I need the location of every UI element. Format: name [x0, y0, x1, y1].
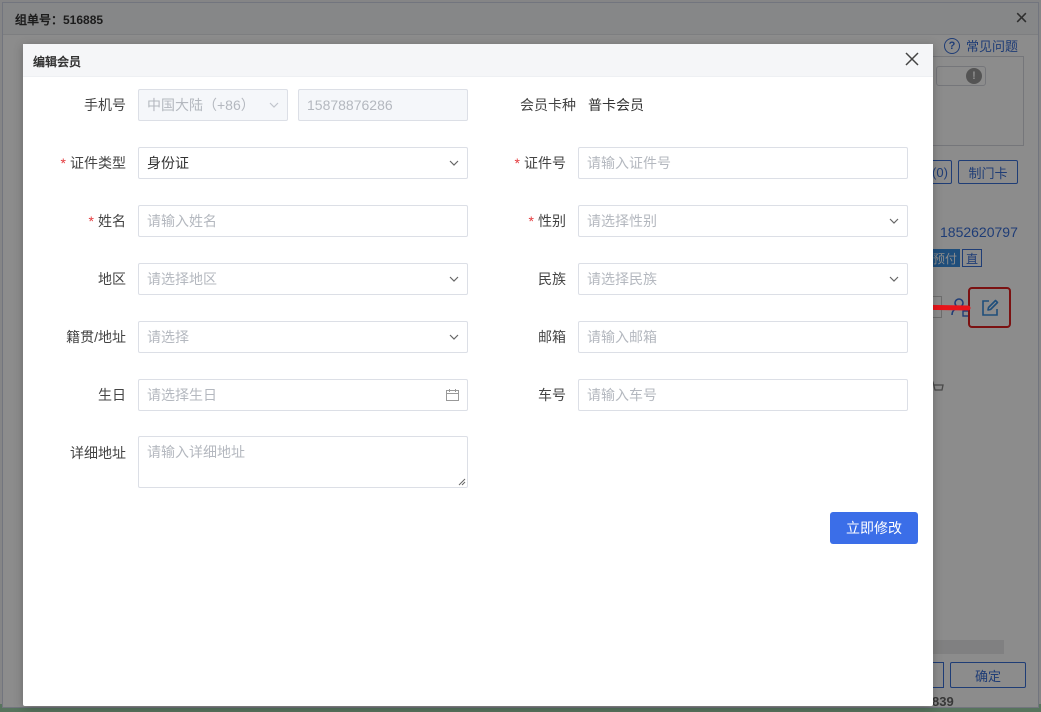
chevron-down-icon — [449, 276, 459, 282]
email-label: 邮箱 — [538, 329, 566, 345]
id-type-value: 身份证 — [147, 155, 189, 171]
phone-label: 手机号 — [84, 97, 126, 113]
name-label: * 姓名 — [88, 213, 126, 229]
origin-select[interactable]: 请选择 — [138, 321, 468, 353]
phone-input[interactable]: 15878876286 — [298, 89, 468, 121]
id-type-select[interactable]: 身份证 — [138, 147, 468, 179]
phone-value: 15878876286 — [307, 97, 393, 113]
ethnicity-select[interactable]: 请选择民族 — [578, 263, 908, 295]
close-icon[interactable] — [903, 50, 921, 68]
id-number-label: * 证件号 — [514, 155, 566, 171]
resize-handle-icon[interactable] — [458, 478, 466, 486]
chevron-down-icon — [449, 160, 459, 166]
country-code-value: 中国大陆（+86） — [147, 97, 255, 113]
birthday-label: 生日 — [98, 387, 126, 403]
chevron-down-icon — [889, 276, 899, 282]
car-number-label: 车号 — [538, 387, 566, 403]
region-select[interactable]: 请选择地区 — [138, 263, 468, 295]
submit-edit-button[interactable]: 立即修改 — [830, 512, 918, 544]
ethnicity-label: 民族 — [538, 271, 566, 287]
chevron-down-icon — [889, 218, 899, 224]
calendar-icon — [446, 389, 459, 401]
card-type-label: 会员卡种 — [520, 97, 576, 113]
edit-member-modal: 编辑会员 手机号 中国大陆（+86） 15878876286 会员卡种 普卡会员… — [23, 44, 933, 706]
address-textarea[interactable]: 请输入详细地址 — [138, 436, 468, 488]
chevron-down-icon — [269, 102, 279, 108]
name-input[interactable]: 请输入姓名 — [138, 205, 468, 237]
modal-title: 编辑会员 — [33, 55, 82, 69]
address-label: 详细地址 — [70, 445, 126, 461]
modal-header: 编辑会员 — [23, 44, 933, 77]
card-type-value: 普卡会员 — [588, 97, 644, 113]
id-number-input[interactable]: 请输入证件号 — [578, 147, 908, 179]
gender-label: * 性别 — [528, 213, 566, 229]
chevron-down-icon — [449, 334, 459, 340]
region-label: 地区 — [98, 271, 126, 287]
birthday-picker[interactable]: 请选择生日 — [138, 379, 468, 411]
gender-select[interactable]: 请选择性别 — [578, 205, 908, 237]
country-code-select[interactable]: 中国大陆（+86） — [138, 89, 288, 121]
origin-label: 籍贯/地址 — [66, 329, 126, 345]
email-input[interactable]: 请输入邮箱 — [578, 321, 908, 353]
id-type-label: * 证件类型 — [60, 155, 126, 171]
car-number-input[interactable]: 请输入车号 — [578, 379, 908, 411]
